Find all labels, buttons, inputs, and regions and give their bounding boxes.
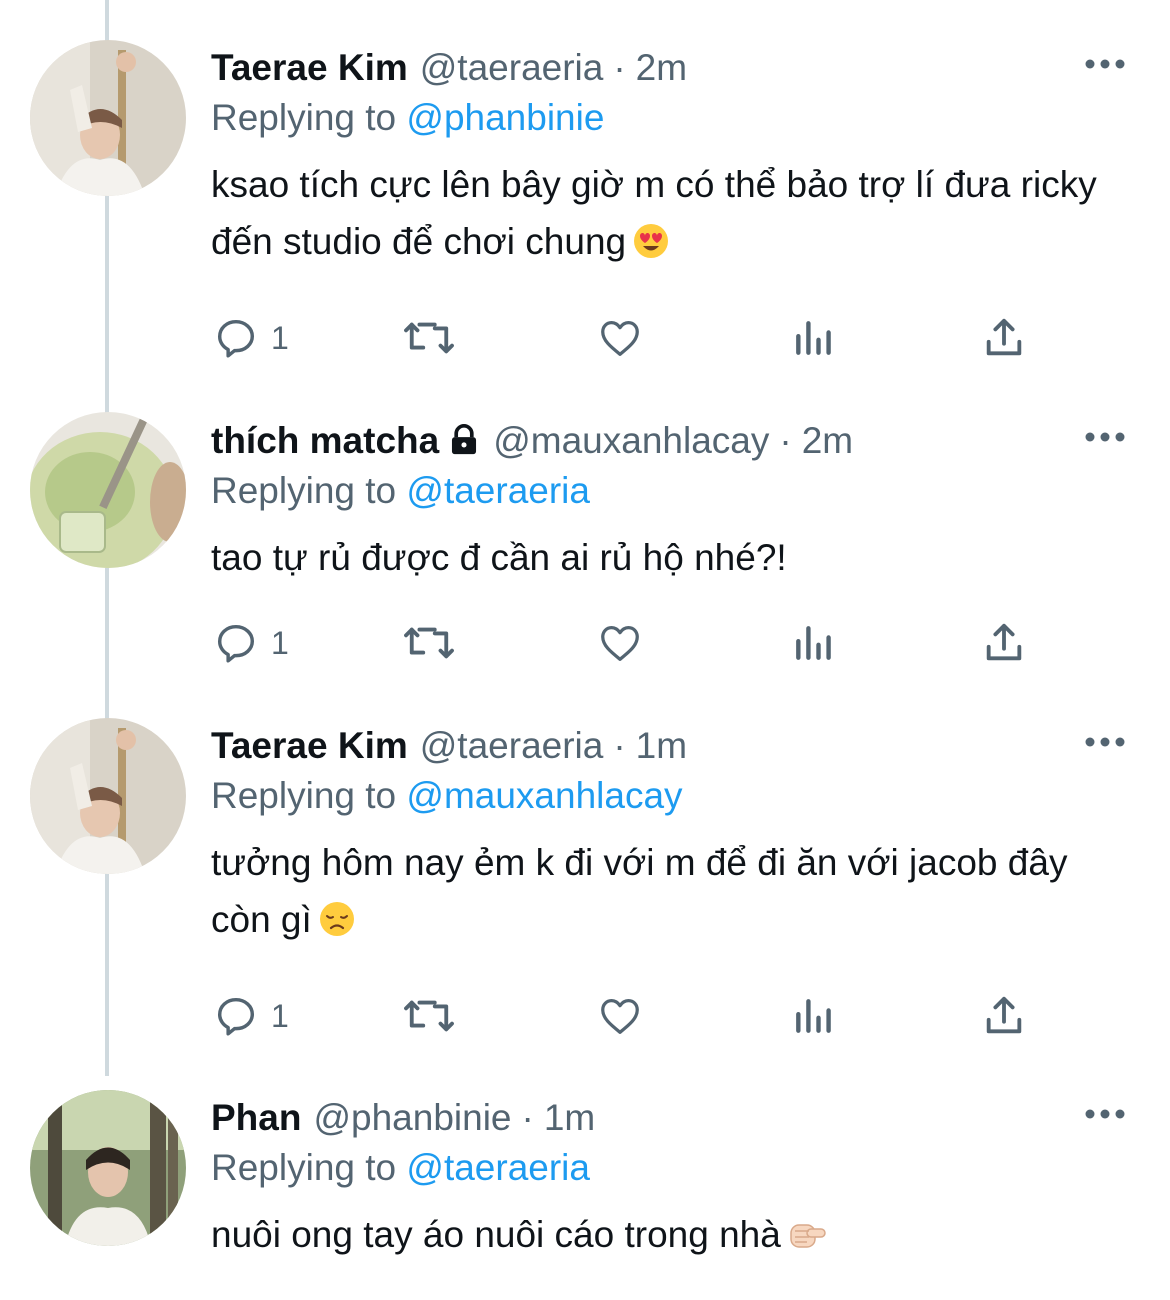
- retweet-button[interactable]: [400, 310, 458, 366]
- replying-label: Replying to: [211, 97, 397, 138]
- replying-mention[interactable]: @taeraeria: [406, 470, 590, 511]
- heart-eyes-emoji-icon: [632, 219, 670, 276]
- like-button[interactable]: [596, 310, 644, 366]
- action-bar: 1: [213, 310, 1063, 366]
- like-button[interactable]: [596, 988, 644, 1044]
- heart-icon: [601, 626, 639, 661]
- tweet-text-body: tao tự rủ được đ cần ai rủ hộ nhé?!: [211, 537, 787, 578]
- avatar[interactable]: [30, 412, 186, 568]
- tweet-header: Phan @phanbinie · 1m: [211, 1094, 1130, 1142]
- tweet-header: Taerae Kim @taeraeria · 2m: [211, 44, 1130, 92]
- reply-button[interactable]: 1: [213, 988, 289, 1044]
- disappointed-face-emoji-icon: [318, 897, 356, 954]
- views-button[interactable]: [791, 988, 835, 1044]
- reply-count: 1: [271, 319, 289, 356]
- replying-mention[interactable]: @mauxanhlacay: [406, 775, 682, 816]
- username[interactable]: @taeraeria: [420, 47, 604, 88]
- retweet-icon: [404, 1000, 454, 1032]
- separator-dot: ·: [613, 725, 626, 766]
- timestamp[interactable]: 2m: [802, 420, 853, 461]
- tweet[interactable]: Taerae Kim @taeraeria · 1m Replying to @mau…: [0, 710, 1170, 1080]
- replying-label: Replying to: [211, 470, 397, 511]
- reply-button[interactable]: 1: [213, 615, 289, 671]
- display-name[interactable]: Taerae Kim: [211, 725, 408, 766]
- reply-count: 1: [271, 997, 289, 1034]
- reply-button[interactable]: 1: [213, 310, 289, 366]
- more-icon[interactable]: [1080, 44, 1130, 84]
- more-icon[interactable]: [1080, 722, 1130, 762]
- username[interactable]: @mauxanhlacay: [493, 420, 769, 461]
- retweet-icon: [404, 322, 454, 354]
- analytics-icon: [796, 626, 831, 660]
- views-button[interactable]: [791, 310, 835, 366]
- heart-icon: [601, 321, 639, 356]
- heart-icon: [601, 999, 639, 1034]
- reply-icon: [217, 624, 255, 663]
- action-bar: 1: [213, 988, 1063, 1044]
- share-icon: [986, 996, 1022, 1034]
- timestamp[interactable]: 1m: [636, 725, 687, 766]
- retweet-icon: [404, 627, 454, 659]
- share-icon: [986, 623, 1022, 661]
- analytics-icon: [796, 321, 831, 355]
- replying-mention[interactable]: @phanbinie: [406, 97, 604, 138]
- tweet[interactable]: Taerae Kim @taeraeria · 2m Replying to @pha…: [0, 0, 1170, 400]
- share-button[interactable]: [981, 310, 1027, 366]
- replying-label: Replying to: [211, 1147, 397, 1188]
- tweet-text-body: nuôi ong tay áo nuôi cáo trong nhà: [211, 1214, 781, 1255]
- avatar[interactable]: [30, 718, 186, 874]
- separator-dot: ·: [613, 47, 626, 88]
- replying-to: Replying to @taeraeria: [211, 465, 1130, 517]
- replying-mention[interactable]: @taeraeria: [406, 1147, 590, 1188]
- replying-to: Replying to @taeraeria: [211, 1142, 1130, 1194]
- lock-icon: [447, 421, 481, 469]
- tweet-text: ksao tích cực lên bây giờ m có thể bảo t…: [211, 156, 1130, 276]
- display-name[interactable]: Phan: [211, 1097, 301, 1138]
- separator-dot: ·: [779, 420, 792, 461]
- tweet-text: tao tự rủ được đ cần ai rủ hộ nhé?!: [211, 529, 1130, 586]
- reply-icon: [217, 319, 255, 358]
- tweet-text: tưởng hôm nay ẻm k đi với m để đi ăn với…: [211, 834, 1130, 954]
- share-icon: [986, 318, 1022, 356]
- display-name[interactable]: Taerae Kim: [211, 47, 408, 88]
- separator-dot: ·: [521, 1097, 534, 1138]
- reply-count: 1: [271, 624, 289, 661]
- tweet[interactable]: thích matcha @mauxanhlacay · 2m Replying to…: [0, 400, 1170, 710]
- action-bar: 1: [213, 615, 1063, 671]
- retweet-button[interactable]: [400, 988, 458, 1044]
- tweet-text: nuôi ong tay áo nuôi cáo trong nhà: [211, 1206, 1130, 1269]
- analytics-icon: [796, 999, 831, 1033]
- pointing-hand-emoji-icon: [787, 1212, 827, 1269]
- username[interactable]: @phanbinie: [313, 1097, 511, 1138]
- timestamp[interactable]: 1m: [544, 1097, 595, 1138]
- share-button[interactable]: [981, 615, 1027, 671]
- timestamp[interactable]: 2m: [636, 47, 687, 88]
- username[interactable]: @taeraeria: [420, 725, 604, 766]
- replying-to: Replying to @mauxanhlacay: [211, 770, 1130, 822]
- avatar[interactable]: [30, 40, 186, 196]
- retweet-button[interactable]: [400, 615, 458, 671]
- like-button[interactable]: [596, 615, 644, 671]
- views-button[interactable]: [791, 615, 835, 671]
- more-icon[interactable]: [1080, 417, 1130, 457]
- avatar[interactable]: [30, 1090, 186, 1246]
- tweet-header: thích matcha @mauxanhlacay · 2m: [211, 417, 1130, 465]
- more-icon[interactable]: [1080, 1094, 1130, 1134]
- replying-to: Replying to @phanbinie: [211, 92, 1130, 144]
- reply-icon: [217, 997, 255, 1036]
- replying-label: Replying to: [211, 775, 397, 816]
- share-button[interactable]: [981, 988, 1027, 1044]
- tweet[interactable]: Phan @phanbinie · 1m Replying to @taeraeria…: [0, 1080, 1170, 1300]
- tweet-header: Taerae Kim @taeraeria · 1m: [211, 722, 1130, 770]
- display-name[interactable]: thích matcha: [211, 420, 439, 461]
